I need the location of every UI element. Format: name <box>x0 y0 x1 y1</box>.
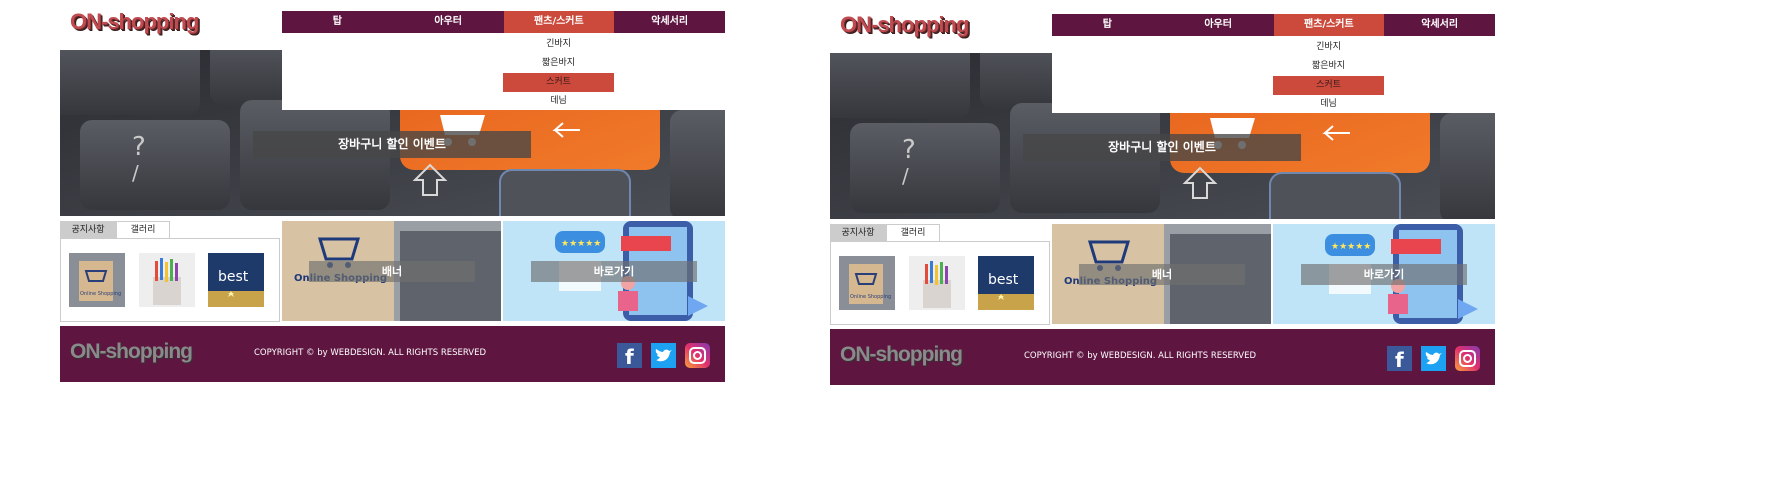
footer-logo: ON-shopping <box>70 340 193 363</box>
twitter-icon[interactable] <box>1421 346 1446 371</box>
gallery-thumb-shopping[interactable]: Online Shopping <box>69 253 125 307</box>
tab-notice[interactable]: 공지사항 <box>60 221 116 238</box>
svg-text:f: f <box>1395 348 1404 371</box>
submenu-item-long-pants[interactable]: 긴바지 <box>503 35 614 54</box>
gallery-thumb-best[interactable]: best <box>978 256 1034 310</box>
tab-gallery[interactable]: 갤러리 <box>886 224 940 241</box>
main-navigation: 탑 아우터 팬츠/스커트 악세서리 <box>282 11 725 33</box>
nav-label: 탑 <box>332 16 342 27</box>
main-navigation: 탑 아우터 팬츠/스커트 악세서리 <box>1052 14 1495 36</box>
gallery-text: Online Shopping <box>80 291 121 297</box>
submenu-list: 긴바지 짧은바지 스커트 데님 <box>1273 36 1384 114</box>
submenu-item-short-pants[interactable]: 짧은바지 <box>503 54 614 73</box>
best-stars-image: best <box>208 253 264 307</box>
twitter-icon[interactable] <box>651 343 676 368</box>
banner-label: 배너 <box>309 261 475 282</box>
footer: ON-shopping COPYRIGHT © by WEBDESIGN. AL… <box>830 329 1495 385</box>
copyright-text: COPYRIGHT © by WEBDESIGN. ALL RIGHTS RES… <box>1024 351 1257 361</box>
shopping-box-image: Online Shopping <box>839 256 895 310</box>
nav-item-outer[interactable]: 아우터 <box>393 11 504 33</box>
shortcut-box[interactable]: ★★★★★ 바로가기 <box>503 221 725 321</box>
svg-text:?: ? <box>902 135 916 165</box>
nav-label: 악세서리 <box>651 16 689 27</box>
banner-box[interactable]: Online Shopping 배너 <box>1052 224 1271 324</box>
shortcut-label: 바로가기 <box>1301 264 1467 285</box>
best-stars-image: best <box>978 256 1034 310</box>
tab-gallery[interactable]: 갤러리 <box>116 221 170 238</box>
shortcut-box[interactable]: ★★★★★ 바로가기 <box>1273 224 1495 324</box>
site-logo[interactable]: ON-shopping <box>840 12 1060 42</box>
site-logo[interactable]: ON-shopping <box>70 9 290 39</box>
submenu-item-long-pants[interactable]: 긴바지 <box>1273 38 1384 57</box>
submenu-item-skirt[interactable]: 스커트 <box>503 73 614 92</box>
gallery-panel: Online Shopping best <box>60 238 280 322</box>
nav-item-pants-skirt[interactable]: 팬츠/스커트 <box>503 11 615 33</box>
facebook-icon[interactable]: f <box>617 343 642 369</box>
nav-label: 팬츠/스커트 <box>534 16 584 27</box>
svg-text:/: / <box>902 164 909 188</box>
shortcut-label: 바로가기 <box>531 261 697 282</box>
nav-label: 탑 <box>1102 19 1112 30</box>
gallery-text: best <box>218 269 249 285</box>
submenu-dropdown: 긴바지 짧은바지 스커트 데님 <box>1052 36 1495 113</box>
slide-caption: 장바구니 할인 이벤트 <box>1023 134 1301 161</box>
svg-text:?: ? <box>132 132 146 162</box>
submenu-dropdown: 긴바지 짧은바지 스커트 데님 <box>282 33 725 110</box>
footer: ON-shopping COPYRIGHT © by WEBDESIGN. AL… <box>60 326 725 382</box>
gallery-thumb-shopping[interactable]: Online Shopping <box>839 256 895 310</box>
submenu-item-skirt[interactable]: 스커트 <box>1273 76 1384 95</box>
shopping-box-image: Online Shopping <box>69 253 125 307</box>
gallery-text: best <box>988 272 1019 288</box>
nav-item-accessories[interactable]: 악세서리 <box>1384 14 1495 36</box>
submenu-list: 긴바지 짧은바지 스커트 데님 <box>503 33 614 111</box>
instagram-icon[interactable] <box>1455 346 1480 371</box>
gallery-text: Online Shopping <box>850 294 891 300</box>
copyright-text: COPYRIGHT © by WEBDESIGN. ALL RIGHTS RES… <box>254 348 487 358</box>
tab-notice[interactable]: 공지사항 <box>830 224 886 241</box>
nav-item-pants-skirt[interactable]: 팬츠/스커트 <box>1273 14 1385 36</box>
gallery-thumb-pencils[interactable] <box>139 253 195 307</box>
svg-text:/: / <box>132 161 139 185</box>
instagram-icon[interactable] <box>685 343 710 368</box>
banner-label: 배너 <box>1079 264 1245 285</box>
site-screenshot-left: ON-shopping 탑 아우터 팬츠/스커트 악세서리 ? / 장바구니 할… <box>60 0 725 494</box>
tab-box: 공지사항 갤러리 Online Shopping best <box>60 221 280 322</box>
slide-caption: 장바구니 할인 이벤트 <box>253 131 531 158</box>
site-screenshot-right: ON-shopping 탑 아우터 팬츠/스커트 악세서리 ? / 장바구니 할… <box>830 3 1495 497</box>
nav-label: 아우터 <box>1204 19 1232 30</box>
submenu-item-denim[interactable]: 데님 <box>503 92 614 111</box>
gallery-thumb-pencils[interactable] <box>909 256 965 310</box>
footer-logo: ON-shopping <box>840 343 963 366</box>
facebook-icon[interactable]: f <box>1387 346 1412 372</box>
tab-box: 공지사항 갤러리 Online Shopping best <box>830 224 1050 325</box>
nav-item-accessories[interactable]: 악세서리 <box>614 11 725 33</box>
svg-text:★★★★★: ★★★★★ <box>561 239 601 249</box>
gallery-panel: Online Shopping best <box>830 241 1050 325</box>
nav-label: 아우터 <box>434 16 462 27</box>
nav-label: 팬츠/스커트 <box>1304 19 1354 30</box>
pencils-image <box>139 253 195 307</box>
svg-text:f: f <box>625 345 634 368</box>
gallery-thumb-best[interactable]: best <box>208 253 264 307</box>
nav-item-top[interactable]: 탑 <box>1052 14 1163 36</box>
nav-item-outer[interactable]: 아우터 <box>1163 14 1274 36</box>
svg-text:★★★★★: ★★★★★ <box>1331 242 1371 252</box>
pencils-image <box>909 256 965 310</box>
nav-item-top[interactable]: 탑 <box>282 11 393 33</box>
submenu-item-short-pants[interactable]: 짧은바지 <box>1273 57 1384 76</box>
banner-box[interactable]: Online Shopping 배너 <box>282 221 501 321</box>
submenu-item-denim[interactable]: 데님 <box>1273 95 1384 114</box>
nav-label: 악세서리 <box>1421 19 1459 30</box>
